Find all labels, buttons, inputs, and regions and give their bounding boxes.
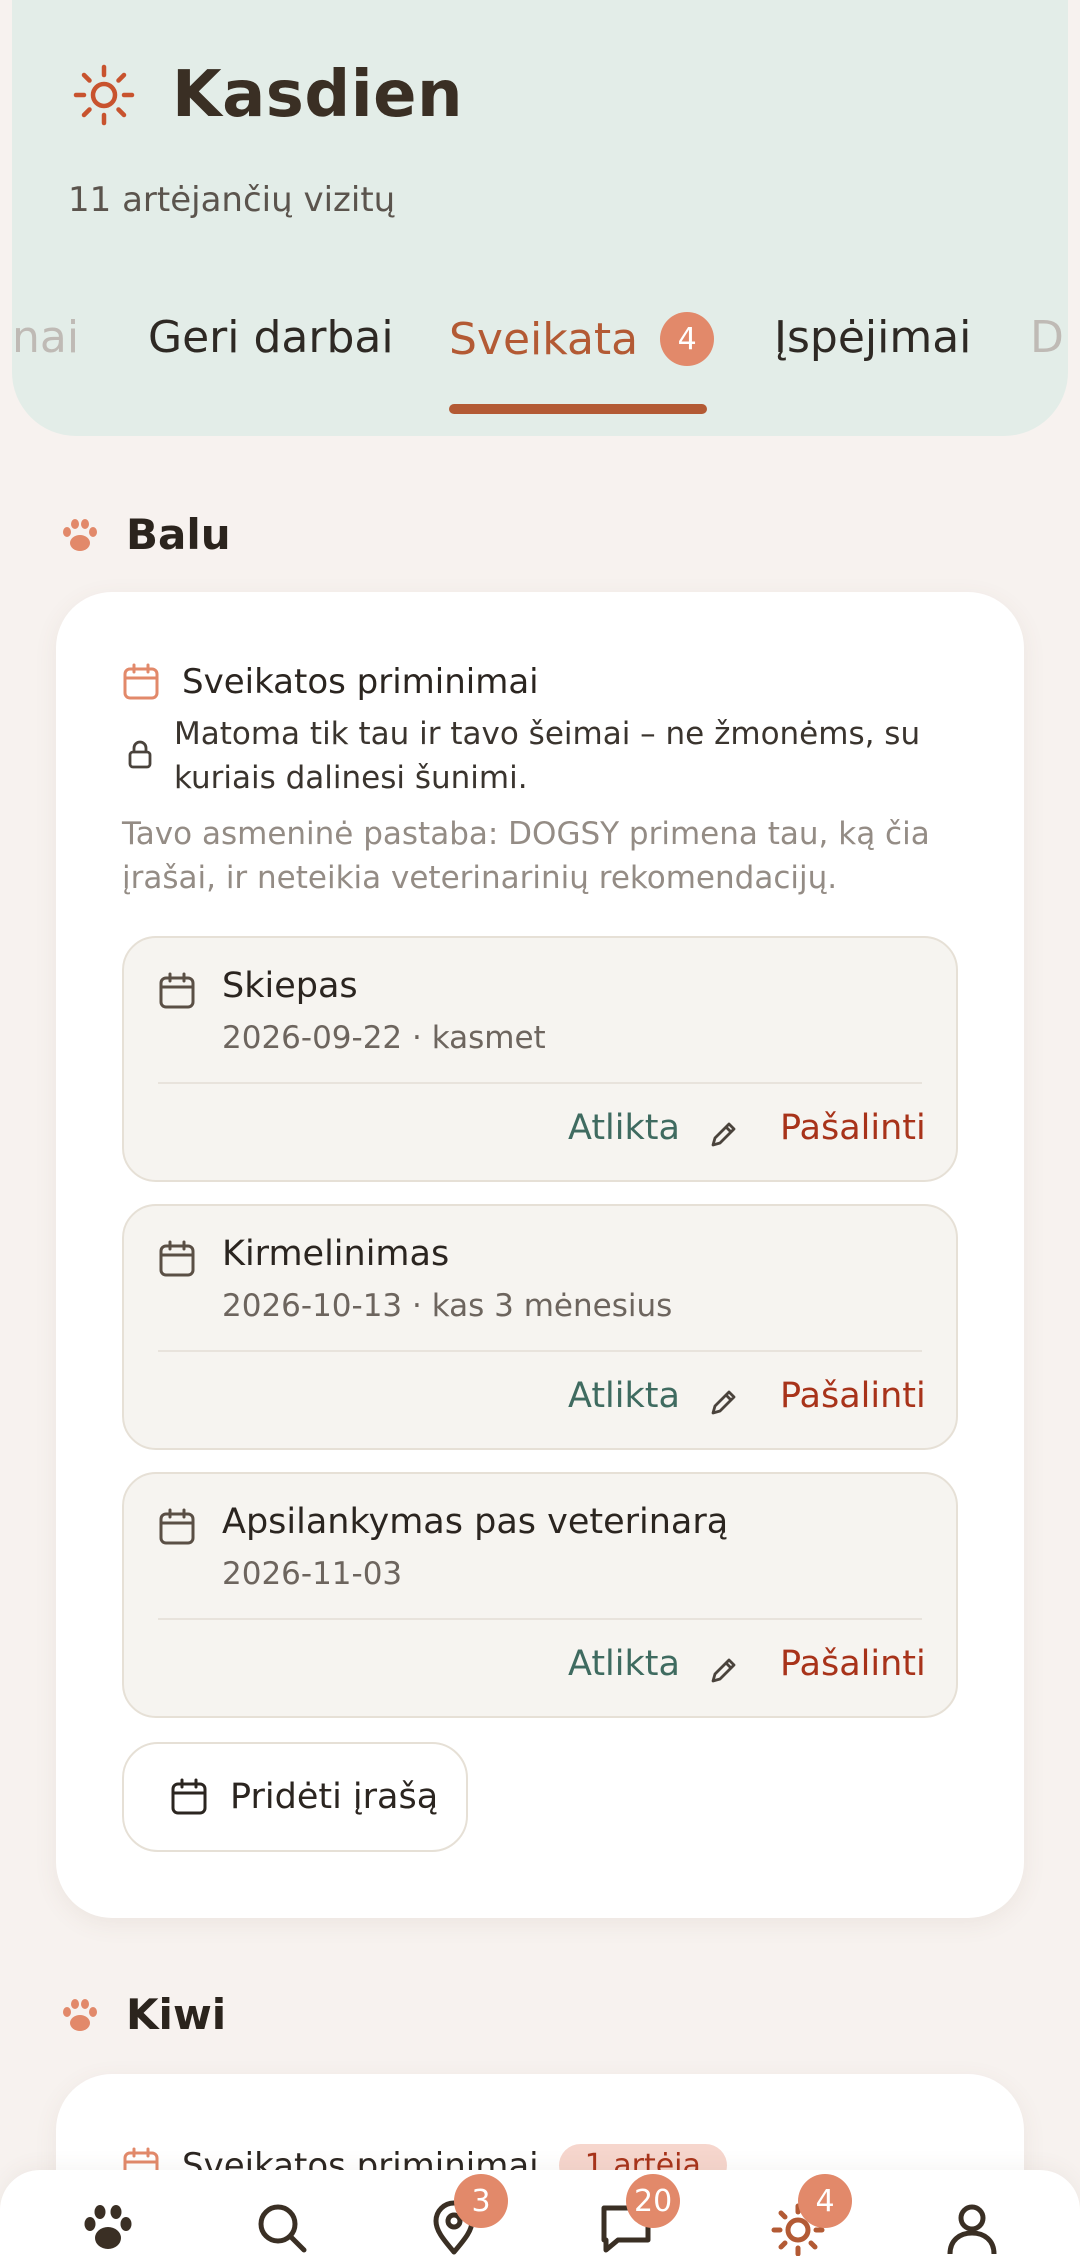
remove-button[interactable]: Pašalinti	[780, 1108, 926, 1148]
remove-button[interactable]: Pašalinti	[780, 1376, 926, 1416]
tab-label: nai	[12, 312, 80, 363]
pet-name: Balu	[126, 510, 231, 559]
map-nav-item[interactable]: 3	[426, 2174, 508, 2256]
add-entry-button[interactable]: Pridėti įrašą	[122, 1742, 468, 1852]
tab-label: Įspėjimai	[774, 312, 972, 363]
tab-partial-right[interactable]: D	[1030, 312, 1064, 363]
pet-heading-balu: Balu	[60, 510, 231, 559]
chat-nav-item[interactable]: 20	[598, 2174, 681, 2256]
tab-ispejimai[interactable]: Įspėjimai	[774, 312, 971, 363]
header: Kasdien 11 artėjančių vizitų nai Geri da…	[12, 0, 1068, 436]
profile-icon[interactable]	[944, 2200, 1000, 2256]
calendar-icon	[159, 972, 195, 1009]
personal-note: Tavo asmeninė pastaba: DOGSY primena tau…	[122, 816, 930, 896]
reminder-date: 2026-11-03	[222, 1556, 403, 1592]
sun-icon	[73, 64, 135, 126]
paw-icon	[63, 518, 97, 551]
reminder-title: Apsilankymas pas veterinarą	[222, 1502, 729, 1542]
bottom-nav: 3 20 4	[0, 2170, 1080, 2268]
pencil-icon[interactable]	[708, 1654, 740, 1686]
calendar-icon	[159, 1508, 195, 1545]
pet-name: Kiwi	[126, 1990, 227, 2039]
divider	[158, 1350, 922, 1352]
divider	[158, 1618, 922, 1620]
pencil-icon[interactable]	[708, 1386, 740, 1418]
tab-geri-darbai[interactable]: Geri darbai	[148, 312, 394, 363]
card-title-row: Sveikatos priminimai	[122, 662, 539, 702]
tab-partial-left[interactable]: nai	[12, 312, 79, 363]
reminder-item: Apsilankymas pas veterinarą 2026-11-03 A…	[122, 1472, 958, 1718]
active-tab-indicator	[449, 404, 707, 414]
reminder-date: 2026-09-22 · kasmet	[222, 1020, 546, 1056]
search-icon[interactable]	[254, 2200, 310, 2256]
reminder-date: 2026-10-13 · kas 3 mėnesius	[222, 1288, 673, 1324]
lock-icon	[128, 740, 152, 769]
upcoming-visits-count: 11 artėjančių vizitų	[68, 180, 396, 220]
page-title: Kasdien	[172, 58, 464, 132]
card-title: Sveikatos priminimai	[182, 662, 539, 702]
mark-done-button[interactable]: Atlikta	[568, 1376, 680, 1416]
nav-badge: 4	[798, 2174, 852, 2228]
reminder-item: Skiepas 2026-09-22 · kasmet Atlikta Paša…	[122, 936, 958, 1182]
pencil-icon[interactable]	[708, 1118, 740, 1150]
header-title-row: Kasdien	[72, 58, 463, 132]
remove-button[interactable]: Pašalinti	[780, 1644, 926, 1684]
daily-nav-item[interactable]: 4	[770, 2174, 852, 2257]
nav-badge: 20	[626, 2174, 681, 2228]
calendar-icon	[159, 1240, 195, 1277]
reminder-item: Kirmelinimas 2026-10-13 · kas 3 mėnesius…	[122, 1204, 958, 1450]
nav-badge: 3	[454, 2174, 508, 2228]
pet-heading-kiwi: Kiwi	[60, 1990, 226, 2039]
mark-done-button[interactable]: Atlikta	[568, 1108, 680, 1148]
add-entry-label: Pridėti įrašą	[230, 1777, 439, 1817]
reminder-title: Kirmelinimas	[222, 1234, 450, 1274]
paw-icon[interactable]	[80, 2200, 136, 2256]
tab-label: Geri darbai	[148, 312, 394, 363]
calendar-icon	[123, 663, 159, 700]
tab-label: D	[1030, 312, 1064, 363]
privacy-notice: Matoma tik tau ir tavo šeimai – ne žmonė…	[126, 712, 966, 800]
tab-label: Sveikata	[449, 313, 639, 365]
tab-sveikata[interactable]: Sveikata 4	[449, 312, 715, 366]
tab-bar: nai Geri darbai Sveikata 4 Įspėjimai D	[12, 300, 1068, 420]
tab-badge: 4	[660, 312, 715, 366]
reminder-title: Skiepas	[222, 966, 358, 1006]
calendar-icon	[171, 1778, 207, 1815]
divider	[158, 1082, 922, 1084]
mark-done-button[interactable]: Atlikta	[568, 1644, 680, 1684]
health-reminders-card: Sveikatos priminimai Matoma tik tau ir t…	[56, 592, 1024, 1918]
privacy-text: Matoma tik tau ir tavo šeimai – ne žmonė…	[174, 716, 921, 796]
paw-icon	[63, 1998, 97, 2031]
